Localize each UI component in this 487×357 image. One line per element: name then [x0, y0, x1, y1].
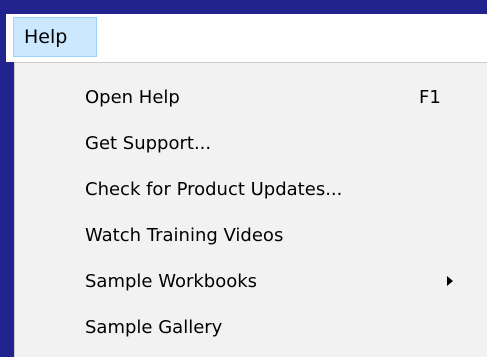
menu-item-training-videos[interactable]: Watch Training Videos [15, 215, 487, 255]
help-menu[interactable]: Help [13, 17, 97, 57]
menu-bar: Help [6, 14, 487, 62]
chevron-right-icon [447, 276, 453, 286]
menu-item-label: Check for Product Updates... [85, 178, 343, 200]
menu-item-label: Open Help [85, 86, 180, 108]
menu-item-open-help[interactable]: Open Help F1 [15, 77, 487, 117]
shortcut-key: F1 [419, 86, 441, 108]
help-dropdown-menu: Open Help F1 Get Support... Check for Pr… [14, 62, 487, 357]
menu-item-sample-workbooks[interactable]: Sample Workbooks [15, 261, 487, 301]
menu-item-label: Watch Training Videos [85, 224, 284, 246]
menu-item-sample-gallery[interactable]: Sample Gallery [15, 307, 487, 347]
menu-item-get-support[interactable]: Get Support... [15, 123, 487, 163]
menu-item-label: Get Support... [85, 132, 212, 154]
menu-item-label: Sample Workbooks [85, 270, 258, 292]
menu-item-label: Sample Gallery [85, 316, 223, 338]
menu-item-check-updates[interactable]: Check for Product Updates... [15, 169, 487, 209]
